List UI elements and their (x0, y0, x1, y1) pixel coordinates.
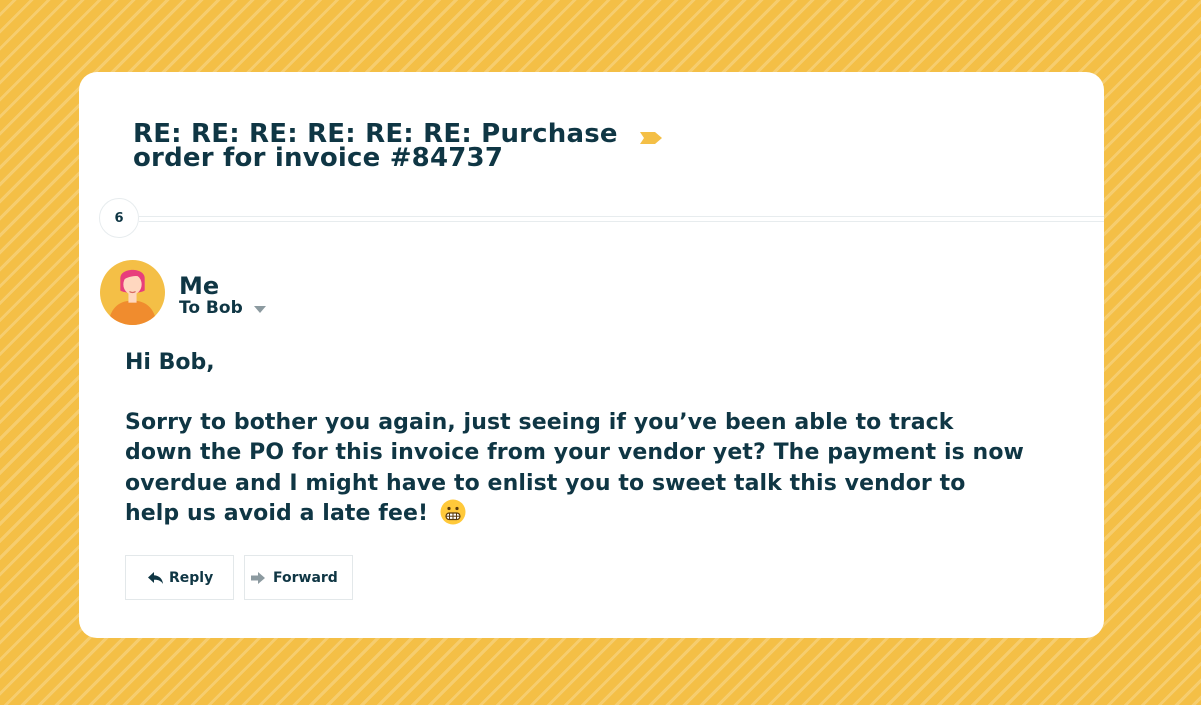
email-subject: RE: RE: RE: RE: RE: RE: Purchase order f… (133, 119, 618, 173)
reply-button[interactable]: Reply (125, 555, 234, 600)
email-card: RE: RE: RE: RE: RE: RE: Purchase order f… (79, 72, 1104, 638)
chevron-down-icon[interactable] (253, 306, 266, 313)
forward-arrow-icon (251, 571, 265, 584)
forward-button[interactable]: Forward (244, 555, 353, 600)
forward-label: Forward (273, 569, 338, 586)
woman-avatar-icon (100, 260, 165, 325)
reply-label: Reply (169, 569, 214, 586)
email-body-text: Sorry to bother you again, just seeing i… (125, 410, 1024, 526)
thread-count-badge[interactable]: 6 (99, 198, 139, 238)
grimacing-face-emoji-icon (440, 499, 466, 525)
label-tag-icon[interactable] (640, 132, 662, 144)
reply-arrow-icon (148, 571, 163, 584)
recipient-dropdown[interactable]: To Bob (179, 297, 266, 319)
thread-divider (139, 216, 1104, 222)
email-body: Sorry to bother you again, just seeing i… (125, 408, 1025, 529)
email-greeting: Hi Bob, (125, 350, 215, 375)
recipient-label: To Bob (179, 298, 243, 318)
